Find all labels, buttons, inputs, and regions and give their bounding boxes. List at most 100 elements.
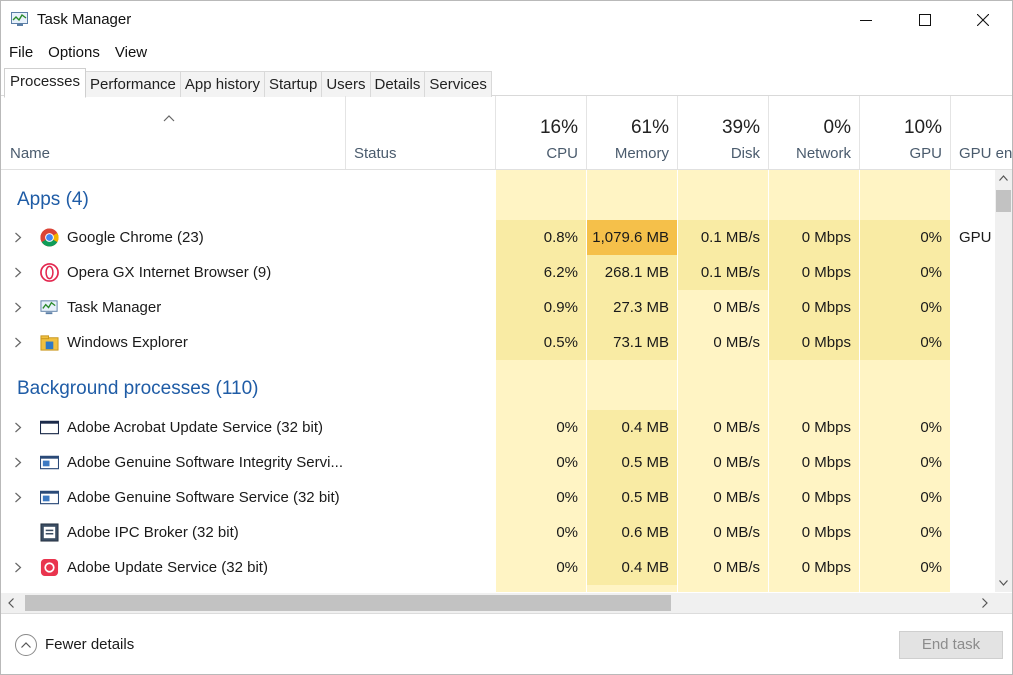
vertical-scroll-thumb[interactable] <box>996 190 1011 212</box>
tab-users[interactable]: Users <box>322 71 371 97</box>
group-header-apps[interactable]: Apps (4) <box>1 182 995 217</box>
ipc-broker-icon <box>40 523 59 542</box>
scroll-down-icon[interactable] <box>999 580 1008 586</box>
network-value: 0 Mbps <box>769 255 859 290</box>
chevron-right-icon[interactable] <box>14 267 22 278</box>
cpu-percent: 16% <box>539 117 578 138</box>
task-manager-icon <box>11 12 28 26</box>
end-task-button[interactable]: End task <box>899 631 1003 659</box>
tab-startup[interactable]: Startup <box>264 71 323 97</box>
column-network[interactable]: 0% Network <box>769 96 860 169</box>
process-list: Apps (4) Google Chrome (23) 0.8% 1,079.6… <box>1 170 995 592</box>
tab-details[interactable]: Details <box>370 71 426 97</box>
network-percent: 0% <box>823 117 851 138</box>
chevron-right-icon[interactable] <box>14 422 22 433</box>
cpu-value: 0.9% <box>496 290 586 325</box>
tab-bar: Processes Performance App history Startu… <box>4 68 492 98</box>
process-row[interactable]: Adobe Update Service (32 bit) 0% 0.4 MB … <box>1 550 995 585</box>
menu-options[interactable]: Options <box>40 40 107 64</box>
column-name[interactable]: Name <box>1 96 346 169</box>
chevron-right-icon[interactable] <box>14 337 22 348</box>
disk-value: 0.1 MB/s <box>678 220 768 255</box>
minimize-button[interactable] <box>837 1 895 39</box>
memory-value: 1,079.6 MB <box>587 220 677 255</box>
cpu-value: 0% <box>556 559 578 576</box>
gpu-value: 0% <box>920 419 942 436</box>
folder-icon <box>40 335 59 351</box>
menu-view[interactable]: View <box>107 40 154 64</box>
vertical-scrollbar[interactable] <box>995 170 1012 592</box>
network-value: 0 Mbps <box>769 220 859 255</box>
process-name: Adobe Genuine Software Service (32 bit) <box>67 489 340 506</box>
process-row[interactable]: Task Manager 0.9% 27.3 MB 0 MB/s 0 Mbps … <box>1 290 995 325</box>
adobe-cc-icon <box>40 558 59 577</box>
process-row[interactable]: Adobe Genuine Software Service (32 bit) … <box>1 480 995 515</box>
network-value: 0 Mbps <box>801 454 851 471</box>
process-row[interactable]: Google Chrome (23) 0.8% 1,079.6 MB 0.1 M… <box>1 220 995 255</box>
scroll-right-icon[interactable] <box>982 598 988 608</box>
menu-file[interactable]: File <box>1 40 40 64</box>
opera-gx-icon <box>40 263 59 282</box>
process-name: Adobe IPC Broker (32 bit) <box>67 524 239 541</box>
process-row[interactable]: Opera GX Internet Browser (9) 6.2% 268.1… <box>1 255 995 290</box>
disk-value: 0 MB/s <box>713 489 760 506</box>
scroll-left-icon[interactable] <box>8 598 14 608</box>
process-row[interactable]: Adobe Acrobat Update Service (32 bit) 0%… <box>1 410 995 445</box>
title-bar[interactable]: Task Manager <box>1 1 1012 39</box>
process-name: Adobe Acrobat Update Service (32 bit) <box>67 419 323 436</box>
disk-value: 0 MB/s <box>678 290 768 325</box>
gpu-engine-value: GPU 0 <box>959 229 995 246</box>
chevron-right-icon[interactable] <box>14 232 22 243</box>
process-row[interactable]: Adobe IPC Broker (32 bit) 0% 0.6 MB 0 MB… <box>1 515 995 550</box>
service-icon <box>40 455 59 470</box>
memory-percent: 61% <box>630 117 669 138</box>
chevron-right-icon[interactable] <box>14 457 22 468</box>
column-header: Name Status 16% CPU 61% Memory 39% Disk … <box>1 96 1012 170</box>
network-value: 0 Mbps <box>801 489 851 506</box>
gpu-value: 0% <box>860 255 950 290</box>
cpu-value: 0% <box>556 419 578 436</box>
chevron-right-icon[interactable] <box>14 492 22 503</box>
network-value: 0 Mbps <box>769 290 859 325</box>
cpu-value: 0.8% <box>496 220 586 255</box>
chevron-right-icon[interactable] <box>14 562 22 573</box>
group-title-background: Background processes (110) <box>17 378 259 399</box>
column-gpu-engine[interactable]: GPU eng <box>951 96 1012 169</box>
horizontal-scroll-thumb[interactable] <box>25 595 671 611</box>
gpu-value: 0% <box>860 290 950 325</box>
gpu-value: 0% <box>920 489 942 506</box>
cpu-value: 6.2% <box>496 255 586 290</box>
group-header-background[interactable]: Background processes (110) <box>1 371 995 406</box>
cpu-value: 0% <box>556 454 578 471</box>
sort-up-icon <box>163 115 175 122</box>
cpu-value: 0% <box>556 489 578 506</box>
tab-performance[interactable]: Performance <box>86 71 181 97</box>
disk-value: 0 MB/s <box>713 419 760 436</box>
maximize-button[interactable] <box>896 1 954 39</box>
column-disk[interactable]: 39% Disk <box>678 96 769 169</box>
memory-value: 0.5 MB <box>587 480 677 515</box>
scroll-up-icon[interactable] <box>999 175 1008 181</box>
tab-services[interactable]: Services <box>425 71 492 97</box>
chevron-up-icon <box>21 642 31 648</box>
process-row[interactable]: Adobe Genuine Software Integrity Servi..… <box>1 445 995 480</box>
chevron-right-icon[interactable] <box>14 302 22 313</box>
close-button[interactable] <box>954 1 1012 39</box>
column-network-label: Network <box>795 145 851 162</box>
column-status[interactable]: Status <box>346 96 496 169</box>
window-icon <box>40 420 59 435</box>
process-row[interactable]: Windows Explorer 0.5% 73.1 MB 0 MB/s 0 M… <box>1 325 995 360</box>
column-gpu[interactable]: 10% GPU <box>860 96 951 169</box>
gpu-value: 0% <box>860 220 950 255</box>
horizontal-scrollbar[interactable] <box>1 593 995 613</box>
cpu-value: 0% <box>556 524 578 541</box>
tab-processes[interactable]: Processes <box>4 68 87 98</box>
disk-value: 0 MB/s <box>713 524 760 541</box>
column-memory[interactable]: 61% Memory <box>587 96 678 169</box>
tab-app-history[interactable]: App history <box>180 71 265 97</box>
fewer-details-label[interactable]: Fewer details <box>45 636 134 653</box>
column-status-label: Status <box>354 145 397 162</box>
process-name: Adobe Update Service (32 bit) <box>67 559 268 576</box>
fewer-details-button[interactable] <box>15 634 37 656</box>
column-cpu[interactable]: 16% CPU <box>496 96 587 169</box>
